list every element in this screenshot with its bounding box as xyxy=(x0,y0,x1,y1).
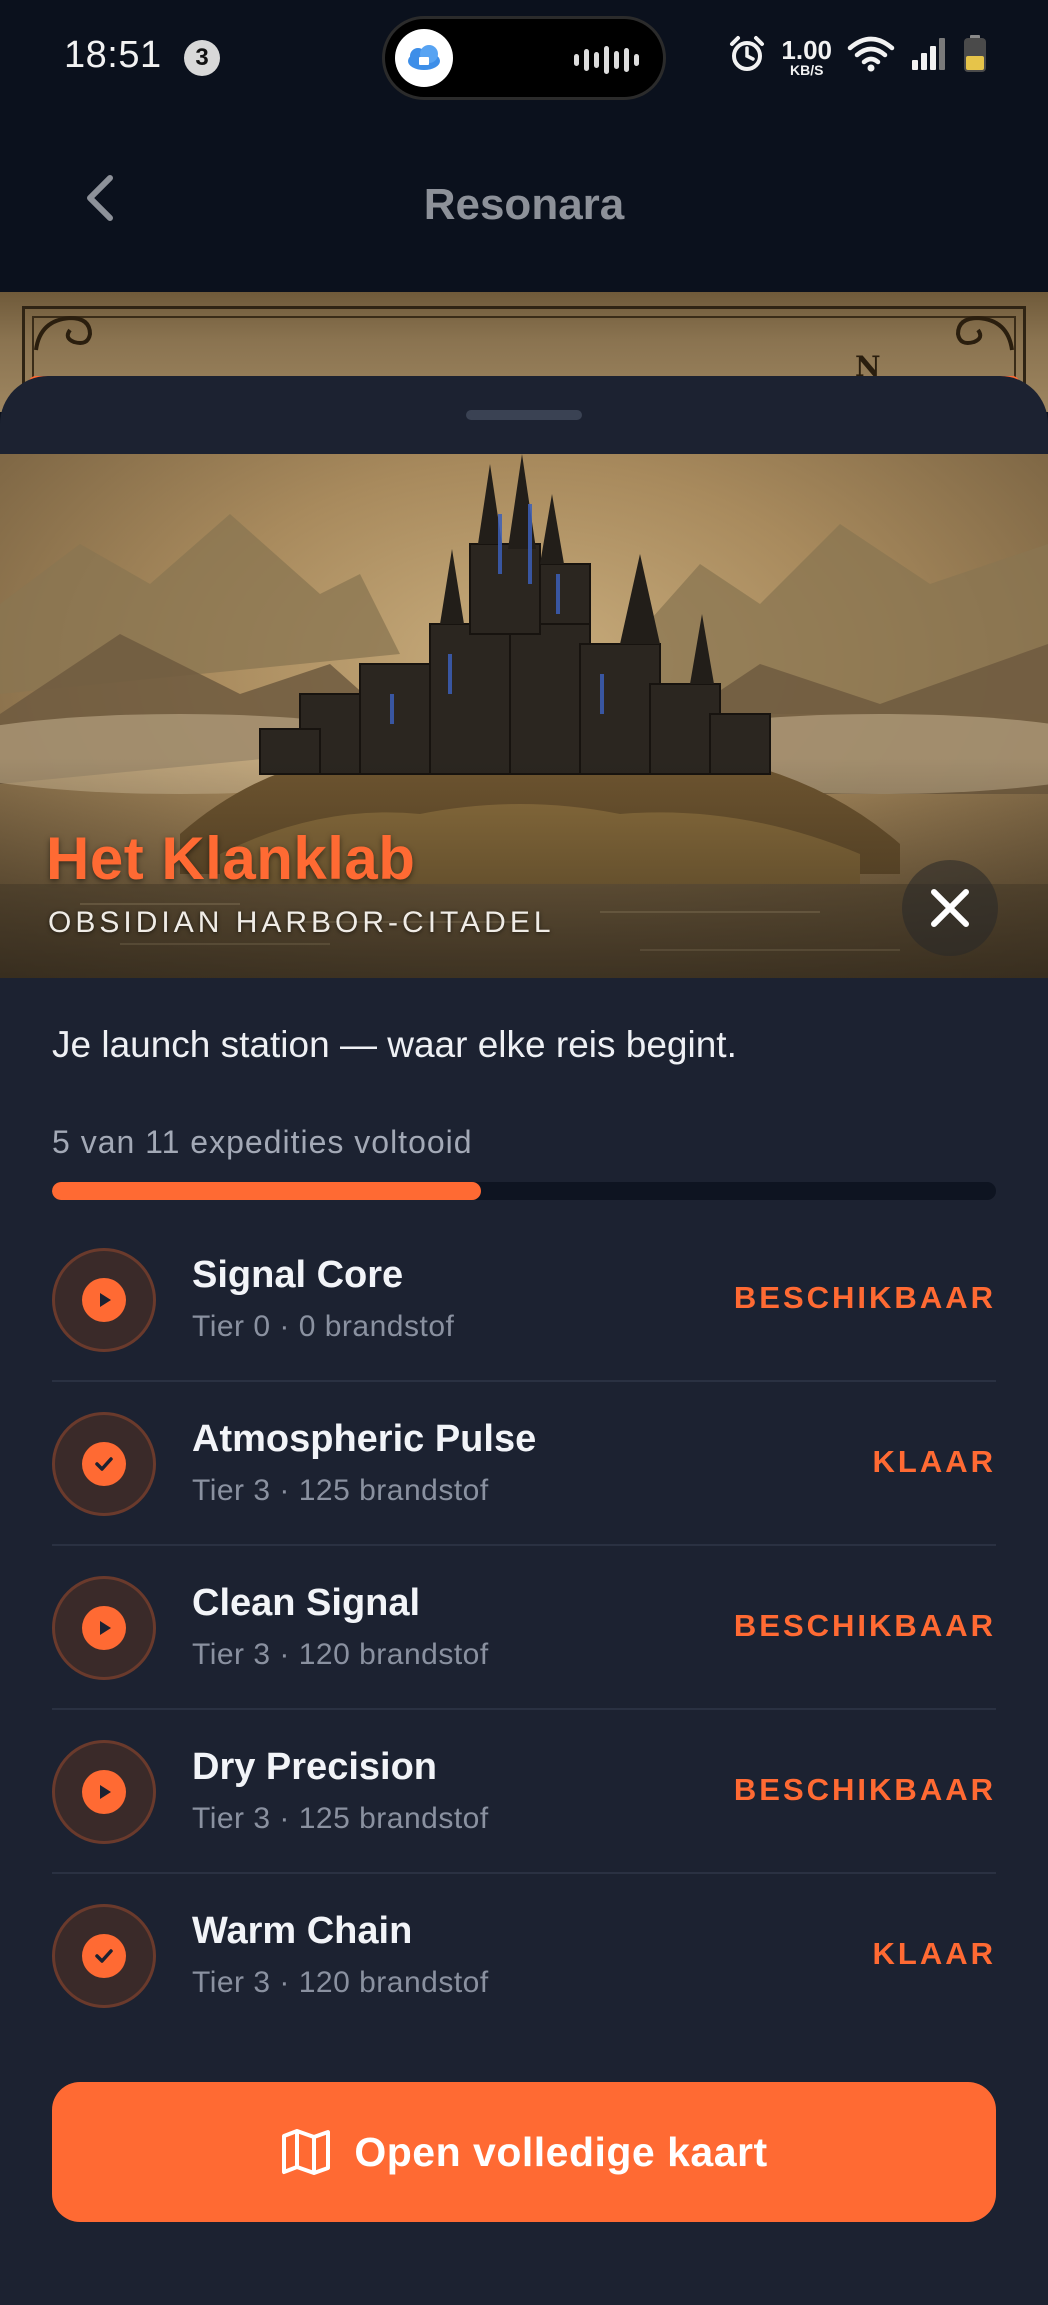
app-title: Resonara xyxy=(423,180,625,229)
location-title: Het Klanklab xyxy=(46,825,416,892)
expedition-list: Signal Core Tier 0 · 0 brandstof BESCHIKBA… xyxy=(52,1218,996,2038)
progress-bar xyxy=(52,1182,996,1200)
expedition-status-icon xyxy=(52,1412,156,1516)
expedition-status: BESCHIKBAAR xyxy=(733,1608,996,1643)
expedition-status: KLAAR xyxy=(872,1444,996,1479)
expedition-row[interactable]: Warm Chain Tier 3 · 120 brandstof KLAAR xyxy=(52,1874,996,2038)
play-icon xyxy=(82,1278,126,1322)
expedition-name: Atmospheric Pulse xyxy=(192,1418,537,1460)
map-corner-ornament-right xyxy=(955,315,1014,351)
expedition-meta: Tier 3 · 120 brandstof xyxy=(192,1966,489,1999)
network-speed-unit: KB/S xyxy=(789,61,824,78)
expedition-name: Clean Signal xyxy=(192,1582,421,1624)
play-icon xyxy=(82,1606,126,1650)
status-icons: 1.00 KB/S xyxy=(727,34,988,79)
status-time: 18:51 xyxy=(64,34,162,76)
sheet-drag-handle[interactable] xyxy=(466,410,582,420)
close-button[interactable] xyxy=(902,860,998,956)
open-full-map-button[interactable]: Open volledige kaart xyxy=(52,2082,996,2222)
open-full-map-label: Open volledige kaart xyxy=(354,2128,768,2175)
progress-label: 5 van 11 expedities voltooid xyxy=(52,1124,473,1160)
expedition-meta: Tier 3 · 125 brandstof xyxy=(192,1474,489,1507)
expedition-status-icon xyxy=(52,1576,156,1680)
expedition-name: Warm Chain xyxy=(192,1910,413,1952)
expedition-status: BESCHIKBAAR xyxy=(733,1772,996,1807)
map-corner-ornament-left xyxy=(34,315,93,351)
expedition-status-icon xyxy=(52,1248,156,1352)
wifi-icon xyxy=(846,34,896,79)
dynamic-island[interactable] xyxy=(382,16,666,100)
network-speed-value: 1.00 xyxy=(781,34,832,65)
expedition-status: BESCHIKBAAR xyxy=(733,1280,996,1315)
notification-count-badge: 3 xyxy=(184,40,220,76)
location-sheet: Het Klanklab OBSIDIAN HARBOR-CITADEL Je … xyxy=(0,376,1048,2305)
battery-icon xyxy=(962,34,988,79)
audio-wave-icon xyxy=(574,45,639,75)
check-icon xyxy=(82,1442,126,1486)
play-icon xyxy=(82,1770,126,1814)
expedition-status-icon xyxy=(52,1740,156,1844)
signal-icon xyxy=(910,36,948,77)
check-icon xyxy=(82,1934,126,1978)
close-icon xyxy=(931,889,969,927)
expedition-name: Dry Precision xyxy=(192,1746,437,1788)
progress-bar-fill xyxy=(52,1182,482,1200)
expedition-status: KLAAR xyxy=(872,1936,996,1971)
app-header: Resonara xyxy=(0,118,1048,292)
expedition-status-icon xyxy=(52,1904,156,2008)
location-tagline: Je launch station — waar elke reis begin… xyxy=(52,1024,737,1065)
expedition-name: Signal Core xyxy=(192,1254,404,1296)
map-icon xyxy=(282,2129,331,2175)
expedition-meta: Tier 3 · 125 brandstof xyxy=(192,1802,489,1835)
expedition-row[interactable]: Atmospheric Pulse Tier 3 · 125 brandstof K… xyxy=(52,1382,996,1546)
expedition-row[interactable]: Clean Signal Tier 3 · 120 brandstof BESCHI… xyxy=(52,1546,996,1710)
alarm-icon xyxy=(727,34,767,79)
expedition-meta: Tier 3 · 120 brandstof xyxy=(192,1638,489,1671)
expedition-row[interactable]: Dry Precision Tier 3 · 125 brandstof BESCH… xyxy=(52,1710,996,1874)
expedition-row[interactable]: Signal Core Tier 0 · 0 brandstof BESCHIKBA… xyxy=(52,1218,996,1382)
location-subtitle: OBSIDIAN HARBOR-CITADEL xyxy=(48,906,555,939)
location-hero-image: Het Klanklab OBSIDIAN HARBOR-CITADEL xyxy=(0,454,1048,978)
network-speed: 1.00 KB/S xyxy=(781,37,832,77)
expedition-meta: Tier 0 · 0 brandstof xyxy=(192,1310,455,1343)
weather-app-icon xyxy=(395,29,453,87)
status-bar: 18:51 3 1.00 KB/S xyxy=(0,0,1048,118)
